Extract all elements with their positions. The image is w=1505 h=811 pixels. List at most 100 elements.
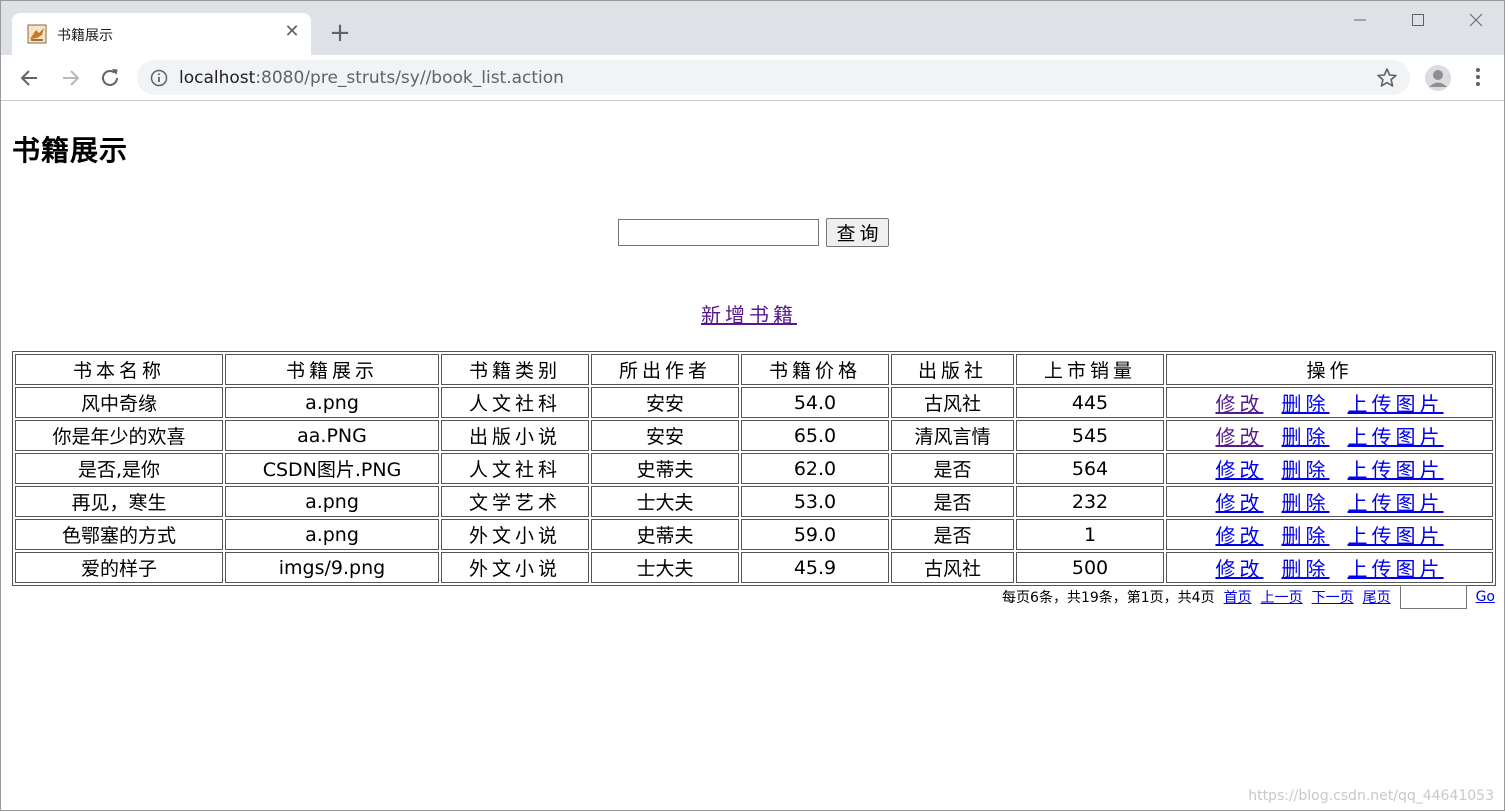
cell-price: 53.0 xyxy=(741,486,889,517)
back-arrow-icon[interactable] xyxy=(15,63,45,93)
cell-publisher: 是否 xyxy=(891,453,1014,484)
cell-price: 65.0 xyxy=(741,420,889,451)
delete-link[interactable]: 删除 xyxy=(1282,524,1330,548)
minimize-icon[interactable] xyxy=(1340,9,1380,31)
browser-tab[interactable]: 书籍展示 ✕ xyxy=(12,13,311,55)
profile-avatar-icon[interactable] xyxy=(1424,64,1452,92)
cell-price: 62.0 xyxy=(741,453,889,484)
header-sales: 上市销量 xyxy=(1016,354,1164,385)
delete-link[interactable]: 删除 xyxy=(1282,458,1330,482)
close-tab-icon[interactable]: ✕ xyxy=(282,21,302,43)
first-page-link[interactable]: 首页 xyxy=(1224,587,1252,607)
header-image: 书籍展示 xyxy=(225,354,439,385)
next-page-link[interactable]: 下一页 xyxy=(1312,587,1354,607)
page-number-input[interactable] xyxy=(1399,585,1467,609)
cell-sales: 500 xyxy=(1016,552,1164,583)
cell-author: 安安 xyxy=(591,420,739,451)
more-menu-icon[interactable] xyxy=(1466,65,1490,89)
cell-image: aa.PNG xyxy=(225,420,439,451)
cell-publisher: 是否 xyxy=(891,486,1014,517)
delete-link[interactable]: 删除 xyxy=(1282,392,1330,416)
edit-link[interactable]: 修改 xyxy=(1215,524,1263,548)
cell-actions: 修改 删除 上传图片 xyxy=(1166,552,1493,583)
pagination-bar: 每页6条，共19条，第1页，共4页 首页 上一页 下一页 尾页 Go xyxy=(1002,585,1495,609)
table-row: 色鄂塞的方式 a.png 外文小说 史蒂夫 59.0 是否 1 修改 删除 上传… xyxy=(15,519,1493,550)
cell-image: imgs/9.png xyxy=(225,552,439,583)
forward-arrow-icon[interactable] xyxy=(55,63,85,93)
header-publisher: 出版社 xyxy=(891,354,1014,385)
edit-link[interactable]: 修改 xyxy=(1215,557,1263,581)
page-title: 书籍展示 xyxy=(12,134,129,167)
edit-link[interactable]: 修改 xyxy=(1215,491,1263,515)
cell-category: 人文社科 xyxy=(441,453,589,484)
books-table: 书本名称 书籍展示 书籍类别 所出作者 书籍价格 出版社 上市销量 操作 风中奇… xyxy=(12,351,1496,586)
add-book-link[interactable]: 新增书籍 xyxy=(701,299,797,328)
upload-image-link[interactable]: 上传图片 xyxy=(1348,425,1444,449)
browser-toolbar: localhost:8080/pre_struts/sy//book_list.… xyxy=(1,55,1504,101)
cell-publisher: 古风社 xyxy=(891,387,1014,418)
table-row: 爱的样子 imgs/9.png 外文小说 士大夫 45.9 古风社 500 修改… xyxy=(15,552,1493,583)
cell-publisher: 清风言情 xyxy=(891,420,1014,451)
url-path: :8080/pre_struts/sy//book_list.action xyxy=(255,68,564,88)
cell-category: 文学艺术 xyxy=(441,486,589,517)
bookmark-star-icon[interactable] xyxy=(1375,66,1399,90)
cell-category: 人文社科 xyxy=(441,387,589,418)
delete-link[interactable]: 删除 xyxy=(1282,557,1330,581)
maximize-icon[interactable] xyxy=(1398,9,1438,31)
delete-link[interactable]: 删除 xyxy=(1282,491,1330,515)
header-actions: 操作 xyxy=(1166,354,1493,385)
cell-category: 出版小说 xyxy=(441,420,589,451)
new-tab-button[interactable]: + xyxy=(327,19,353,47)
cell-author: 安安 xyxy=(591,387,739,418)
cell-sales: 564 xyxy=(1016,453,1164,484)
reload-icon[interactable] xyxy=(95,63,125,93)
go-link[interactable]: Go xyxy=(1476,589,1495,605)
upload-image-link[interactable]: 上传图片 xyxy=(1348,392,1444,416)
cell-actions: 修改 删除 上传图片 xyxy=(1166,519,1493,550)
upload-image-link[interactable]: 上传图片 xyxy=(1348,458,1444,482)
url-host: localhost xyxy=(179,68,256,88)
delete-link[interactable]: 删除 xyxy=(1282,425,1330,449)
cell-price: 59.0 xyxy=(741,519,889,550)
edit-link[interactable]: 修改 xyxy=(1215,425,1263,449)
edit-link[interactable]: 修改 xyxy=(1215,458,1263,482)
header-price: 书籍价格 xyxy=(741,354,889,385)
search-input[interactable] xyxy=(618,219,819,246)
cell-image: a.png xyxy=(225,486,439,517)
upload-image-link[interactable]: 上传图片 xyxy=(1348,491,1444,515)
table-row: 风中奇缘 a.png 人文社科 安安 54.0 古风社 445 修改 删除 上传… xyxy=(15,387,1493,418)
page-content: 书籍展示 查询 新增书籍 书本名称 书籍展示 书籍类别 所出作者 书籍价格 出版… xyxy=(1,101,1504,810)
cell-name: 是否,是你 xyxy=(15,453,223,484)
close-window-icon[interactable] xyxy=(1456,9,1496,31)
cell-name: 色鄂塞的方式 xyxy=(15,519,223,550)
table-header-row: 书本名称 书籍展示 书籍类别 所出作者 书籍价格 出版社 上市销量 操作 xyxy=(15,354,1493,385)
prev-page-link[interactable]: 上一页 xyxy=(1261,587,1303,607)
table-row: 再见，寒生 a.png 文学艺术 士大夫 53.0 是否 232 修改 删除 上… xyxy=(15,486,1493,517)
last-page-link[interactable]: 尾页 xyxy=(1363,587,1391,607)
cell-publisher: 古风社 xyxy=(891,552,1014,583)
edit-link[interactable]: 修改 xyxy=(1215,392,1263,416)
tomcat-favicon-icon xyxy=(27,24,47,44)
cell-image: CSDN图片.PNG xyxy=(225,453,439,484)
cell-author: 史蒂夫 xyxy=(591,519,739,550)
cell-publisher: 是否 xyxy=(891,519,1014,550)
cell-actions: 修改 删除 上传图片 xyxy=(1166,387,1493,418)
upload-image-link[interactable]: 上传图片 xyxy=(1348,524,1444,548)
cell-category: 外文小说 xyxy=(441,552,589,583)
tab-title: 书籍展示 xyxy=(57,28,113,44)
header-category: 书籍类别 xyxy=(441,354,589,385)
table-row: 是否,是你 CSDN图片.PNG 人文社科 史蒂夫 62.0 是否 564 修改… xyxy=(15,453,1493,484)
cell-author: 士大夫 xyxy=(591,552,739,583)
cell-image: a.png xyxy=(225,387,439,418)
cell-price: 54.0 xyxy=(741,387,889,418)
header-author: 所出作者 xyxy=(591,354,739,385)
search-button[interactable]: 查询 xyxy=(826,218,889,247)
cell-name: 再见，寒生 xyxy=(15,486,223,517)
upload-image-link[interactable]: 上传图片 xyxy=(1348,557,1444,581)
cell-actions: 修改 删除 上传图片 xyxy=(1166,420,1493,451)
url-text[interactable]: localhost:8080/pre_struts/sy//book_list.… xyxy=(179,68,564,88)
address-bar[interactable]: localhost:8080/pre_struts/sy//book_list.… xyxy=(137,60,1410,95)
table-row: 你是年少的欢喜 aa.PNG 出版小说 安安 65.0 清风言情 545 修改 … xyxy=(15,420,1493,451)
site-info-icon[interactable] xyxy=(149,68,169,88)
cell-price: 45.9 xyxy=(741,552,889,583)
